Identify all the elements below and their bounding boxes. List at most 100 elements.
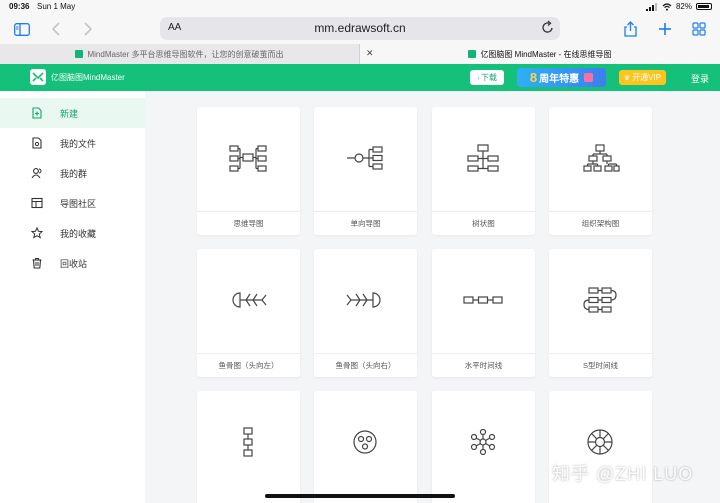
sidebar: 新建 我的文件 我的群 导图社区 我的收藏 回收站 [0, 91, 145, 503]
template-card-fishbone-left[interactable]: 鱼骨图（头向左） [197, 249, 300, 377]
community-icon [31, 197, 43, 209]
card-divider [432, 353, 535, 354]
one-way-map-icon [347, 146, 383, 170]
template-card-vertical-timeline[interactable] [197, 391, 300, 503]
mindmaster-logo-icon [30, 69, 46, 85]
sidebar-item-my-files[interactable]: 我的文件 [0, 128, 145, 158]
template-card-org-chart[interactable]: 组织架构图 [549, 107, 652, 235]
star-icon [31, 227, 43, 239]
vertical-timeline-icon [243, 427, 253, 457]
vip-button[interactable]: ♛ 开通VIP [619, 70, 666, 85]
sector-map-icon [587, 429, 613, 455]
tab-label: MindMaster 多平台思维导图软件，让您的创意破茧而出 [87, 49, 284, 59]
battery-percent: 82% [675, 2, 692, 11]
anniversary-promo-banner[interactable]: 8 周年特惠 [517, 68, 606, 87]
back-icon[interactable] [46, 19, 66, 39]
cellular-icon [645, 2, 657, 11]
org-chart-icon [583, 144, 620, 172]
download-button[interactable]: ↓ 下载 [470, 70, 504, 85]
template-name: S型时间线 [582, 361, 618, 370]
login-link[interactable]: 登录 [691, 72, 709, 85]
sidebar-item-label: 我的收藏 [60, 228, 97, 239]
address-bar[interactable]: AA mm.edrawsoft.cn [160, 17, 560, 40]
brand-logo[interactable]: 亿图脑图MindMaster [30, 69, 125, 85]
bubble-map-icon [470, 428, 496, 456]
watermark: 知乎 @ZHI LUO [552, 464, 694, 484]
template-name: 水平时间线 [464, 361, 503, 370]
new-file-icon [32, 107, 42, 119]
tab-mindmaster-online[interactable]: ✕ 亿图脑图 MindMaster - 在线思维导图 [360, 44, 720, 64]
sidebar-toggle-icon[interactable] [12, 19, 32, 39]
template-card-bubble-map[interactable] [432, 391, 535, 503]
template-name: 树状图 [472, 219, 495, 228]
sidebar-item-trash[interactable]: 回收站 [0, 248, 145, 278]
trash-icon [32, 258, 42, 269]
tab-overview-icon[interactable] [689, 19, 709, 39]
fishbone-left-icon [232, 292, 267, 308]
tab-bar: MindMaster 多平台思维导图软件，让您的创意破茧而出 ✕ 亿图脑图 Mi… [0, 44, 720, 64]
template-name: 单向导图 [350, 219, 381, 228]
download-icon: ↓ [477, 74, 480, 81]
status-bar: 09:36 Sun 1 May 82% [0, 0, 720, 14]
template-name: 鱼骨图（头向右） [335, 361, 396, 370]
card-divider [314, 353, 417, 354]
sidebar-item-label: 回收站 [60, 258, 88, 269]
template-card-fishbone-right[interactable]: 鱼骨图（头向右） [314, 249, 417, 377]
status-time: 09:36 [9, 2, 30, 11]
share-icon[interactable] [620, 19, 640, 39]
template-card-one-way-map[interactable]: 单向导图 [314, 107, 417, 235]
wifi-icon [662, 2, 672, 11]
download-label: 下载 [481, 73, 497, 82]
card-divider [197, 211, 300, 212]
card-divider [197, 353, 300, 354]
reload-icon[interactable] [542, 20, 554, 39]
template-card-sector-map[interactable] [549, 391, 652, 503]
card-divider [314, 211, 417, 212]
forward-icon[interactable] [78, 19, 98, 39]
mindmaster-favicon-icon [468, 50, 477, 58]
sidebar-item-label: 新建 [60, 108, 79, 119]
group-icon [31, 168, 42, 179]
brand-name: 亿图脑图MindMaster [51, 72, 125, 82]
template-name: 思维导图 [233, 219, 264, 228]
mindmaster-favicon-icon [75, 50, 84, 58]
s-timeline-icon [583, 287, 617, 313]
my-files-icon [32, 137, 42, 149]
browser-toolbar: AA mm.edrawsoft.cn [0, 14, 720, 44]
battery-icon [696, 3, 712, 10]
crown-icon: ♛ [623, 74, 631, 82]
template-card-mind-map[interactable]: 思维导图 [197, 107, 300, 235]
template-card-horizontal-timeline[interactable]: 水平时间线 [432, 249, 535, 377]
new-tab-icon[interactable] [655, 19, 675, 39]
sidebar-item-new[interactable]: 新建 [0, 98, 145, 128]
url-text[interactable]: mm.edrawsoft.cn [160, 21, 560, 35]
template-name: 鱼骨图（头向左） [218, 361, 279, 370]
vip-label: 开通VIP [632, 73, 662, 82]
sidebar-item-community[interactable]: 导图社区 [0, 188, 145, 218]
fishbone-right-icon [346, 292, 381, 308]
close-tab-icon[interactable]: ✕ [366, 49, 375, 58]
card-divider [549, 353, 652, 354]
horizontal-timeline-icon [463, 296, 503, 304]
tab-mindmaster-home[interactable]: MindMaster 多平台思维导图软件，让您的创意破茧而出 [0, 44, 360, 64]
template-card-tree-chart[interactable]: 树状图 [432, 107, 535, 235]
sidebar-item-my-group[interactable]: 我的群 [0, 158, 145, 188]
tree-chart-icon [467, 144, 499, 172]
gift-icon [584, 73, 594, 82]
sidebar-item-label: 导图社区 [60, 198, 97, 209]
card-divider [432, 211, 535, 212]
sidebar-item-label: 我的群 [60, 168, 88, 179]
tab-label: 亿图脑图 MindMaster - 在线思维导图 [480, 49, 612, 59]
template-name: 组织架构图 [581, 219, 620, 228]
card-divider [549, 211, 652, 212]
home-indicator[interactable] [265, 494, 455, 498]
status-date: Sun 1 May [37, 2, 76, 11]
promo-text: 周年特惠 [539, 74, 580, 85]
promo-number: 8 [529, 70, 538, 85]
template-card-s-timeline[interactable]: S型时间线 [549, 249, 652, 377]
mind-map-icon [229, 145, 267, 172]
app-header: 亿图脑图MindMaster ↓ 下载 8 周年特惠 ♛ 开通VIP 登录 [0, 64, 720, 91]
sidebar-item-label: 我的文件 [60, 138, 97, 149]
template-card-circle-map[interactable] [314, 391, 417, 503]
sidebar-item-favorites[interactable]: 我的收藏 [0, 218, 145, 248]
